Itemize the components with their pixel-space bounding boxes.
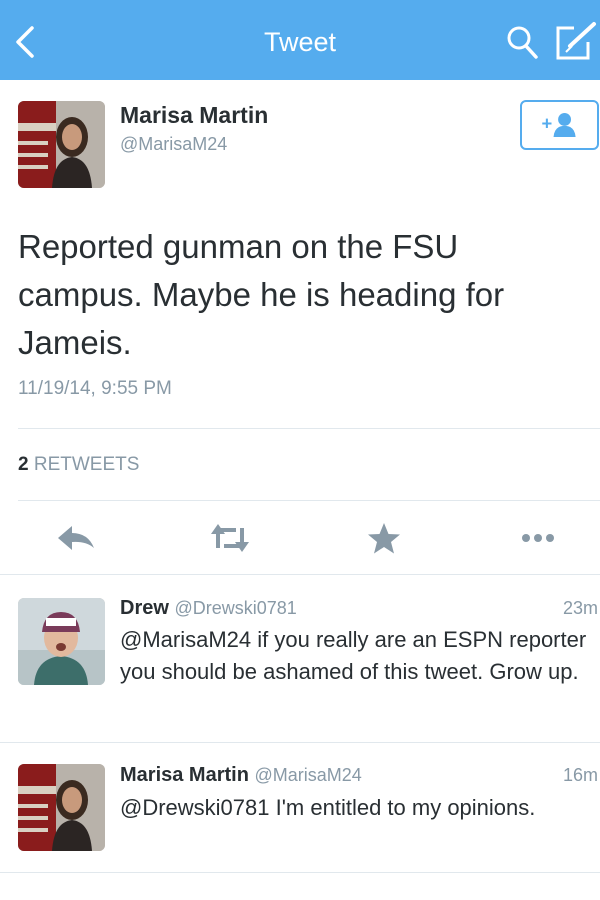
retweet-button[interactable] [208, 518, 252, 558]
search-button[interactable] [502, 22, 542, 62]
reply-timestamp: 16m [562, 765, 598, 785]
retweet-icon [211, 524, 249, 552]
reply-text: @Drewski0781 I'm entitled to my opinions… [120, 795, 536, 820]
reply-author-name[interactable]: Drew [120, 597, 169, 619]
retweet-number: 2 [18, 454, 29, 475]
back-button[interactable] [10, 24, 42, 60]
author-handle[interactable]: @MarisaM24 [120, 134, 227, 155]
chevron-left-icon [16, 26, 34, 58]
retweet-count[interactable]: 2 RETWEETS [18, 454, 139, 476]
reply-author-name[interactable]: Marisa Martin [120, 764, 249, 786]
author-avatar[interactable] [18, 101, 105, 188]
search-icon [507, 26, 538, 59]
reply-header: Drew @Drewski0781 [120, 597, 297, 620]
avatar-photo [18, 101, 105, 188]
divider [18, 428, 600, 429]
reply-icon [58, 526, 94, 550]
add-user-icon: + [542, 113, 576, 137]
compose-button[interactable] [552, 20, 598, 64]
retweet-label: RETWEETS [33, 454, 140, 475]
reply-timestamp: 23m [562, 598, 598, 618]
favorite-icon [368, 523, 400, 554]
more-icon [522, 534, 554, 542]
follow-button[interactable]: + [520, 100, 599, 150]
reply-author-handle[interactable]: @Drewski0781 [174, 598, 296, 618]
reply-author-handle[interactable]: @MarisaM24 [255, 765, 362, 785]
more-button[interactable] [516, 518, 560, 558]
tweet-timestamp: 11/19/14, 9:55 PM [18, 378, 172, 399]
author-name[interactable]: Marisa Martin [120, 102, 268, 129]
divider [0, 872, 600, 873]
reply-avatar[interactable] [18, 764, 105, 851]
divider [0, 574, 600, 575]
reply-text: @MarisaM24 if you really are an ESPN rep… [120, 627, 587, 684]
reply-button[interactable] [54, 518, 98, 558]
top-nav-bar: Tweet [0, 0, 600, 80]
avatar-photo [18, 764, 105, 851]
divider [0, 742, 600, 743]
compose-icon [556, 22, 596, 60]
favorite-button[interactable] [362, 518, 406, 558]
tweet-text: Reported gunman on the FSU campus. Maybe… [18, 228, 505, 361]
reply-header: Marisa Martin @MarisaM24 [120, 764, 362, 787]
avatar-photo [18, 598, 105, 685]
reply-avatar[interactable] [18, 598, 105, 685]
divider [18, 500, 600, 501]
svg-text:+: + [542, 113, 553, 134]
